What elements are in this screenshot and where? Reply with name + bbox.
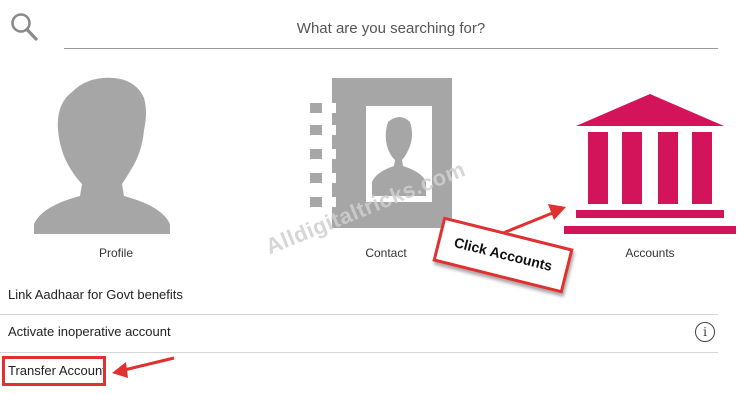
- search-icon[interactable]: [10, 12, 38, 42]
- annotation-highlight-box: [2, 356, 106, 386]
- bank-building-icon: [564, 94, 736, 234]
- tile-accounts[interactable]: Accounts: [560, 72, 740, 267]
- menu-item-activate-inoperative[interactable]: Activate inoperative account: [0, 313, 718, 351]
- menu-item-transfer-account[interactable]: Transfer Account: [0, 352, 718, 390]
- info-icon[interactable]: i: [695, 322, 715, 342]
- profile-silhouette-icon: [34, 77, 170, 234]
- menu-item-link-aadhaar[interactable]: Link Aadhaar for Govt benefits: [0, 276, 718, 314]
- tile-profile-label: Profile: [98, 246, 133, 260]
- tile-accounts-label: Accounts: [625, 246, 675, 260]
- tile-profile[interactable]: Profile: [26, 72, 206, 267]
- search-input[interactable]: What are you searching for?: [64, 14, 718, 49]
